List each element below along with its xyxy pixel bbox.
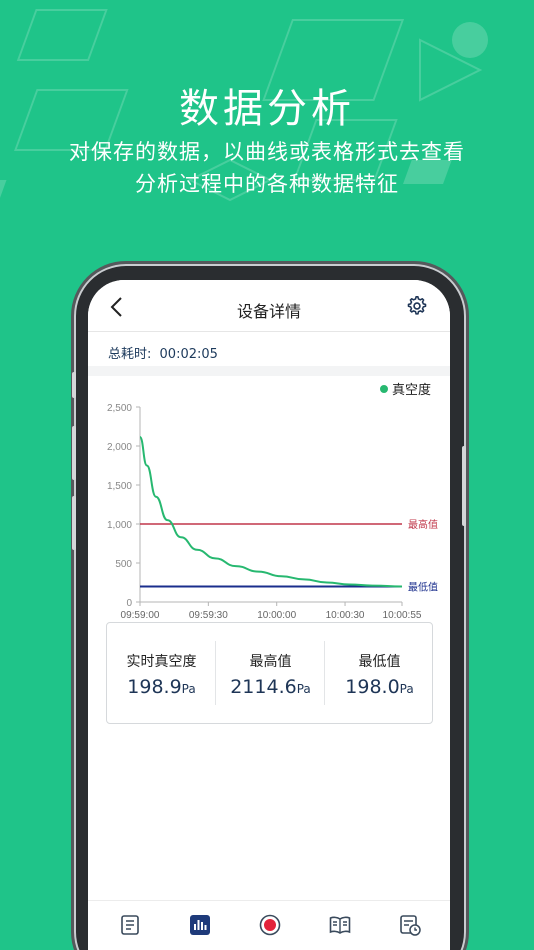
stat-label: 最高值	[249, 654, 292, 670]
history-icon[interactable]	[398, 913, 422, 937]
promo-title: 数据分析	[179, 86, 355, 132]
x-tick-label: 09:59:00	[121, 610, 160, 621]
phone-side-button	[72, 426, 76, 480]
total-time-value: 00:02:05	[159, 347, 218, 362]
stat-min: 最低值 198.0Pa	[325, 623, 434, 723]
stat-value: 198.0Pa	[345, 676, 414, 698]
legend-label: 真空度	[392, 382, 431, 398]
y-tick-label: 2,000	[107, 442, 132, 453]
stat-realtime: 实时真空度 198.9Pa	[107, 623, 216, 723]
x-tick-label: 10:00:30	[326, 610, 365, 621]
y-tick-label: 2,500	[107, 403, 132, 414]
promo-subtitle: 对保存的数据，以曲线或表格形式去查看 分析过程中的各种数据特征	[0, 136, 534, 200]
vacuum-chart-svg: 0 500 1,000 1,500 2,000 2,500 09:59:00 09:59:30…	[107, 382, 438, 621]
record-icon[interactable]	[258, 913, 282, 937]
nav-bar: 设备详情	[88, 280, 450, 332]
phone-side-button	[72, 496, 76, 550]
gear-icon[interactable]	[406, 295, 428, 317]
stat-value: 2114.6Pa	[230, 676, 311, 698]
y-tick-label: 0	[126, 598, 132, 609]
manual-icon[interactable]	[328, 913, 352, 937]
stat-max: 最高值 2114.6Pa	[216, 623, 325, 723]
x-tick-label: 10:00:55	[383, 610, 422, 621]
y-tick-label: 1,000	[107, 520, 132, 531]
section-divider	[88, 366, 450, 376]
x-tick-label: 09:59:30	[189, 610, 228, 621]
min-reference-label: 最低值	[408, 581, 438, 594]
vacuum-chart: 0 500 1,000 1,500 2,000 2,500 09:59:00 09:59:30…	[88, 376, 450, 626]
series-line-vacuum	[139, 436, 403, 588]
page-title: 设备详情	[236, 302, 301, 321]
stat-label: 实时真空度	[126, 654, 197, 670]
promo-subtitle-line-1: 对保存的数据，以曲线或表格形式去查看	[69, 140, 465, 164]
total-time: 总耗时: 00:02:05	[108, 343, 218, 362]
y-tick-label: 500	[115, 559, 132, 570]
legend-swatch	[380, 385, 388, 393]
phone-side-button	[462, 446, 466, 526]
stat-label: 最低值	[358, 654, 401, 670]
stats-panel: 实时真空度 198.9Pa 最高值 2114.6Pa 最低值 198.0Pa	[106, 622, 433, 724]
report-icon[interactable]	[118, 913, 142, 937]
y-tick-label: 1,500	[107, 481, 132, 492]
max-reference-label: 最高值	[408, 518, 438, 531]
x-tick-label: 10:00:00	[257, 610, 296, 621]
app-screen: 设备详情 总耗时: 00:02:05 0 500 1,000 1,500 2,000 2,…	[88, 280, 450, 950]
promo-subtitle-line-2: 分析过程中的各种数据特征	[135, 172, 399, 196]
total-time-label: 总耗时:	[108, 347, 152, 362]
bottom-tab-bar	[88, 900, 450, 950]
bar-chart-icon[interactable]	[188, 913, 212, 937]
stat-value: 198.9Pa	[127, 676, 196, 698]
phone-side-button	[72, 372, 76, 398]
